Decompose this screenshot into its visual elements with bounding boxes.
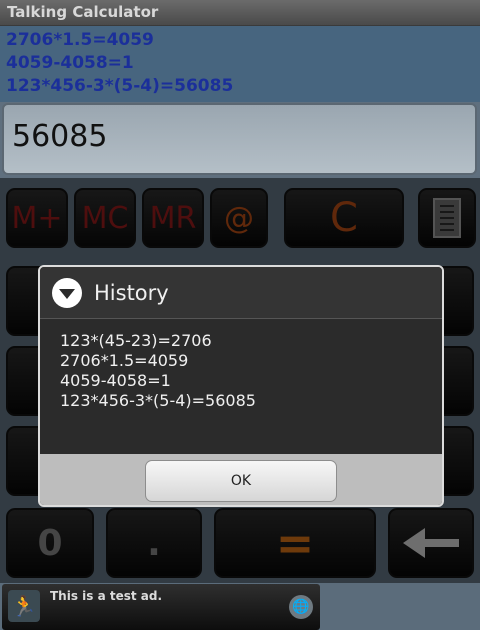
globe-icon[interactable]: 🌐 — [289, 595, 313, 619]
result-display: 56085 — [2, 103, 477, 175]
history-panel: 2706*1.5=4059 4059-4058=1 123*456-3*(5-4… — [0, 26, 480, 102]
dialog-footer: OK — [40, 454, 442, 505]
history-entry: 123*456-3*(5-4)=56085 — [60, 391, 256, 410]
app-title-bar: Talking Calculator — [0, 0, 480, 26]
ad-bar: 🏃 This is a test ad. 🌐 — [0, 583, 480, 630]
dialog-header: History — [40, 267, 442, 319]
history-line: 2706*1.5=4059 — [6, 30, 154, 50]
history-line: 4059-4058=1 — [6, 53, 134, 73]
dialog-body: 123*(45-23)=2706 2706*1.5=4059 4059-4058… — [40, 319, 442, 454]
display-value: 56085 — [12, 119, 108, 154]
dialog-title: History — [94, 280, 169, 305]
history-line: 123*456-3*(5-4)=56085 — [6, 76, 234, 96]
running-person-icon: 🏃 — [8, 590, 40, 622]
ad-text: This is a test ad. — [50, 589, 163, 603]
history-entry: 4059-4058=1 — [60, 371, 171, 390]
history-entry: 2706*1.5=4059 — [60, 351, 189, 370]
history-entry: 123*(45-23)=2706 — [60, 331, 212, 350]
ad-banner[interactable]: 🏃 This is a test ad. 🌐 — [2, 584, 320, 630]
dropdown-circle-icon — [52, 277, 82, 308]
ok-button[interactable]: OK — [145, 459, 337, 502]
app-title: Talking Calculator — [7, 3, 159, 21]
ok-label: OK — [230, 472, 252, 489]
history-dialog: History 123*(45-23)=2706 2706*1.5=4059 4… — [38, 265, 444, 507]
